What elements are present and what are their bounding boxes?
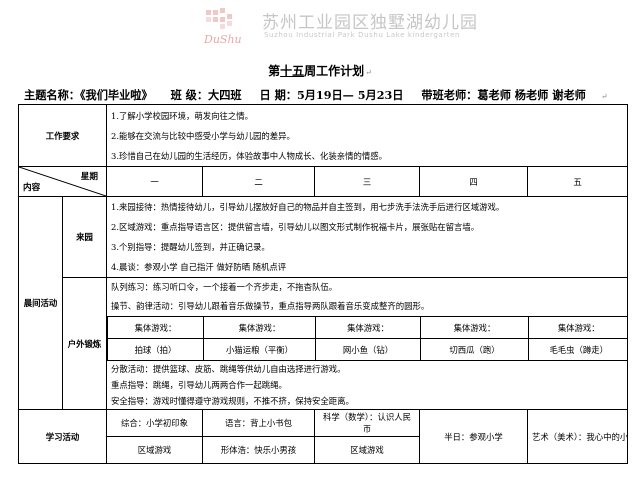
- weekday-tue: 二: [202, 166, 315, 197]
- study-wed-2: 区域游戏: [314, 436, 420, 464]
- study-tue-2: 形体浩：快乐小男孩: [202, 436, 315, 464]
- work-requirements-cell: 1.了解小学校园环境，萌发向往之情。 2.能够在交流与比较中感受小学与幼儿园的差…: [106, 104, 628, 167]
- outdoor-cell: 队列练习：练习听口令，一个接着一个齐步走，不拖杳队伍。 操节、韵律活动：引导幼儿…: [106, 277, 628, 410]
- title-prefix: 第: [268, 64, 281, 78]
- logo-english-name: Suzhou Industrial Park Dushu Lake kinder…: [264, 31, 461, 39]
- requirement-item: 1.了解小学校园环境，萌发向往之情。: [111, 110, 253, 121]
- logo-chinese-name: 苏州工业园区独墅湖幼儿园: [262, 13, 478, 33]
- arrival-item: 4.晨谈：参观小学 自己指汗 做好防晒 随机点评: [111, 262, 287, 272]
- theme-name: 主题名称：《我们毕业啦》: [24, 88, 153, 102]
- group-game-fri: 毛毛虫（蹲走）: [528, 338, 627, 361]
- arrival-row: 晨间活动 来园 1.来园接待：热情接待幼儿，引导幼儿摆放好自己的物品并自主签到，…: [18, 196, 628, 410]
- group-game-heading: 集体游戏：: [528, 316, 627, 339]
- study-wed-1: 科学（数学）：认识人民币: [314, 409, 420, 437]
- study-fri: 艺术（美术）：我心中的小学: [527, 409, 628, 464]
- study-mon-2: 区域游戏: [106, 436, 203, 464]
- class-name: 班 级：大四班: [170, 88, 242, 102]
- group-game-heading: 集体游戏：: [203, 316, 316, 339]
- arrival-item: 1.来园接待：热情接待幼儿，引导幼儿摆放好自己的物品并自主签到，用七步洗手法洗手…: [111, 202, 505, 212]
- arrival-label: 来园: [62, 196, 107, 278]
- group-games-table: 集体游戏： 集体游戏： 集体游戏： 集体游戏： 集体游戏： 拍球（拍） 小猫运粮…: [107, 316, 627, 361]
- arrival-cell: 1.来园接待：热情接待幼儿，引导幼儿摆放好自己的物品并自主签到，用七步洗手法洗手…: [106, 196, 628, 278]
- title-week-number: 十五: [280, 64, 305, 78]
- weekday-wed: 三: [314, 166, 420, 197]
- title-suffix: 周工作计划: [304, 64, 365, 78]
- work-requirements-label: 工作要求: [18, 104, 107, 167]
- outdoor-after-item: 重点指导：跳绳，引导幼儿两两合作一起跳绳。: [111, 380, 287, 390]
- weekday-header-row: 星期 内容 一 二 三 四 五: [18, 166, 628, 197]
- work-requirements-row: 工作要求 1.了解小学校园环境，萌发向往之情。 2.能够在交流与比较中感受小学与…: [18, 104, 628, 167]
- diag-content-label: 内容: [23, 183, 41, 193]
- outdoor-intro-item: 操节、韵律活动：引导幼儿跟着音乐做操节，重点指导两队跟着音乐变成整齐的圆形。: [111, 301, 430, 311]
- diag-weekday-label: 星期: [80, 172, 98, 182]
- diagonal-header-cell: 星期 内容: [18, 166, 107, 197]
- outdoor-after-item: 分散活动：提供篮球、皮筋、跳绳等供幼儿自由选择进行游戏。: [111, 364, 346, 374]
- outdoor-row: 户外锻炼 队列练习：练习听口令，一个接着一个齐步走，不拖杳队伍。 操节、韵律活动…: [19, 277, 628, 410]
- group-game-heading: 集体游戏：: [420, 316, 529, 339]
- requirement-item: 3.珍惜自己在幼儿园的生活经历，体验故事中人物成长、化装亲情的情感。: [111, 150, 387, 161]
- outdoor-after-item: 安全指导：游戏时懂得遵守游戏规则，不推不挤，保持安全距离。: [111, 396, 354, 406]
- group-game-tue: 小猫运粮（平衡）: [203, 338, 316, 361]
- group-game-thu: 切西瓜（跑）: [420, 338, 529, 361]
- weekday-thu: 四: [419, 166, 528, 197]
- document-title: 第十五周工作计划↵: [268, 64, 372, 78]
- logo-script-text: DuShu: [204, 33, 242, 46]
- study-mon-1: 综合：小学初印象: [106, 409, 203, 437]
- morning-activity-label: 晨间活动: [18, 196, 63, 410]
- plan-header: 主题名称：《我们毕业啦》 班 级：大四班 日 期：5月19日— 5月23日 带班…: [24, 88, 608, 102]
- study-tue-1: 语言：背上小书包: [202, 409, 315, 437]
- group-game-mon: 拍球（拍）: [107, 338, 204, 361]
- weekly-plan-table: 工作要求 1.了解小学校园环境，萌发向往之情。 2.能够在交流与比较中感受小学与…: [18, 104, 628, 464]
- kindergarten-logo: DuShu 苏州工业园区独墅湖幼儿园 Suzhou Industrial Par…: [200, 6, 477, 50]
- arrival-item: 3.个别指导：提醒幼儿签到，并正确记录。: [111, 242, 270, 252]
- group-game-heading: 集体游戏：: [107, 316, 204, 339]
- study-activity-label: 学习活动: [18, 409, 107, 464]
- outdoor-label: 户外锻炼: [62, 277, 107, 410]
- study-thu: 半日：参观小学: [419, 409, 528, 464]
- date-range: 日 期：5月19日— 5月23日: [259, 88, 404, 102]
- weekday-fri: 五: [527, 166, 628, 197]
- study-row-1: 学习活动 综合：小学初印象 语言：背上小书包 科学（数学）：认识人民币 半日：参…: [18, 409, 628, 464]
- arrival-item: 2.区域游戏：重点指导语言区：提供留言墙，引导幼儿以图文形式制作祝福卡片，展张贴…: [111, 222, 480, 232]
- group-game-wed: 网小鱼（钻）: [315, 338, 421, 361]
- weekday-mon: 一: [106, 166, 203, 197]
- requirement-item: 2.能够在交流与比较中感受小学与幼儿园的差异。: [111, 130, 295, 141]
- teachers: 带班老师：葛老师 杨老师 谢老师: [421, 88, 586, 102]
- outdoor-intro-item: 队列练习：练习听口令，一个接着一个齐步走，不拖杳队伍。: [111, 282, 338, 292]
- group-game-heading: 集体游戏：: [315, 316, 421, 339]
